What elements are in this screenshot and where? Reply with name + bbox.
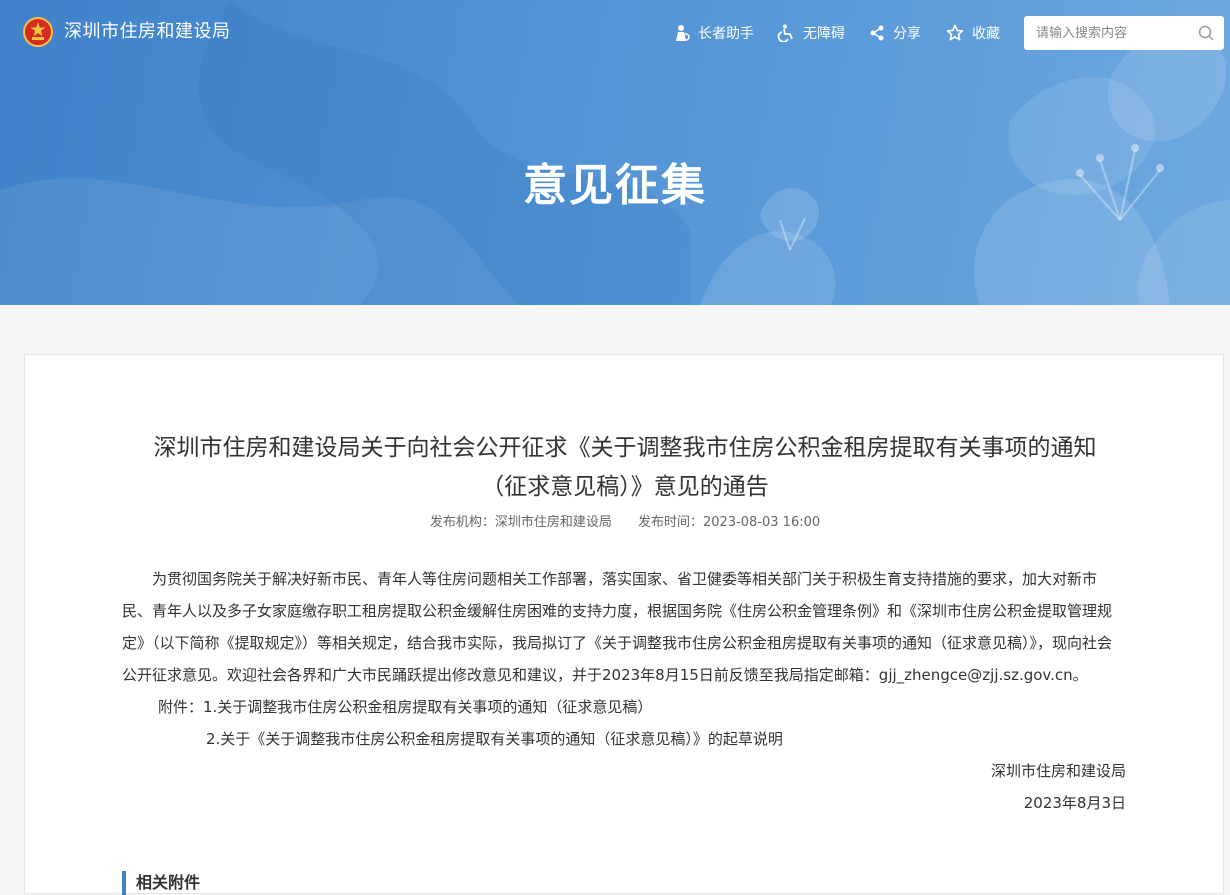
article-title: 深圳市住房和建设局关于向社会公开征求《关于调整我市住房公积金租房提取有关事项的通… <box>121 429 1129 507</box>
article-content: 为贯彻国务院关于解决好新市民、青年人等住房问题相关工作部署，落实国家、省卫健委等… <box>122 563 1126 819</box>
elder-assistant-button[interactable]: 长者助手 <box>672 22 754 44</box>
favorite-label: 收藏 <box>972 26 1000 42</box>
search-icon[interactable] <box>1198 25 1214 41</box>
elder-icon <box>676 25 690 41</box>
article-panel: 深圳市住房和建设局关于向社会公开征求《关于调整我市住房公积金租房提取有关事项的通… <box>24 354 1225 895</box>
favorite-button[interactable]: 收藏 <box>946 22 1000 44</box>
banner-title: 意见征集 <box>523 160 707 211</box>
attachment-1-link[interactable]: 附件：1.关于调整我市住房公积金租房提取有关事项的通知（征求意见稿） <box>122 691 1126 723</box>
article-body: 为贯彻国务院关于解决好新市民、青年人等住房问题相关工作部署，落实国家、省卫健委等… <box>122 570 1113 684</box>
share-label: 分享 <box>893 26 921 42</box>
signature: 深圳市住房和建设局 <box>990 762 1126 780</box>
search-box <box>1024 16 1224 50</box>
search-input[interactable] <box>1034 24 1188 42</box>
article-meta: 发布机构：深圳市住房和建设局 发布时间：2023-08-03 16:00 <box>25 513 1225 533</box>
publisher: 发布机构：深圳市住房和建设局 <box>429 515 612 530</box>
star-icon <box>946 24 964 41</box>
share-icon <box>870 25 884 41</box>
share-button[interactable]: 分享 <box>869 22 921 44</box>
accessibility-icon <box>777 24 793 42</box>
signature-date: 2023年8月3日 <box>1023 794 1126 812</box>
national-emblem-logo[interactable] <box>23 17 53 47</box>
accessibility-button[interactable]: 无障碍 <box>777 22 845 44</box>
top-navigation: 深圳市住房和建设局 长者助手 无障碍 分享 收藏 <box>0 0 1230 64</box>
elder-assistant-label: 长者助手 <box>698 26 754 42</box>
attachment-2-link[interactable]: 2.关于《关于调整我市住房公积金租房提取有关事项的通知（征求意见稿）》的起草说明 <box>122 723 1126 755</box>
publish-time: 发布时间：2023-08-03 16:00 <box>638 515 821 530</box>
article-title-line-2: （征求意见稿）》意见的通告 <box>481 474 769 500</box>
site-name[interactable]: 深圳市住房和建设局 <box>64 20 231 44</box>
article-title-line-1: 深圳市住房和建设局关于向社会公开征求《关于调整我市住房公积金租房提取有关事项的通… <box>153 435 1097 461</box>
accessibility-label: 无障碍 <box>803 26 845 42</box>
related-attachments-heading: 相关附件 <box>122 871 200 895</box>
